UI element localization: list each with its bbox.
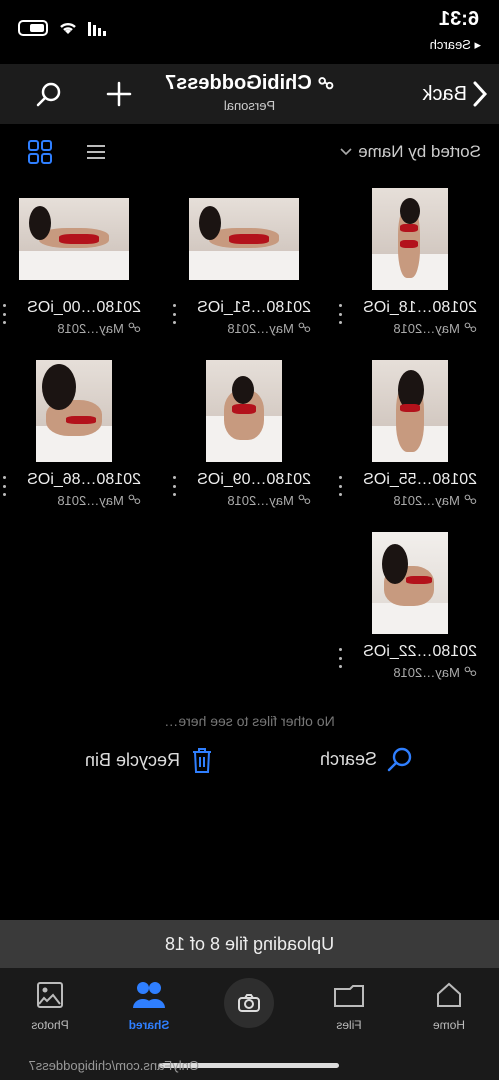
file-name: 20180…18_iOS	[363, 299, 477, 316]
camera-icon	[238, 994, 260, 1012]
more-options-button[interactable]	[337, 304, 345, 324]
photo-thumbnail	[36, 360, 112, 462]
file-name: 20180…55_iOS	[363, 471, 477, 488]
trash-icon	[193, 748, 211, 773]
shared-icon: ☍	[317, 76, 334, 93]
file-tile[interactable]: 20180…86_iOS ☍ May…2018	[0, 356, 149, 516]
shared-icon: ☍	[463, 320, 477, 335]
file-meta: ☍ May…2018	[227, 492, 311, 508]
status-icons	[18, 20, 106, 36]
file-tile[interactable]: 20180…09_iOS ☍ May…2018	[169, 356, 319, 516]
camera-button[interactable]	[224, 978, 274, 1028]
sort-label: Sorted by Name	[358, 142, 481, 161]
tab-photos[interactable]: Photos	[10, 978, 90, 1032]
tab-shared-label: Shared	[128, 1018, 170, 1032]
page-title: ☍ ChibiGoddess7	[0, 72, 499, 95]
image-icon	[37, 982, 63, 1008]
battery-icon	[18, 20, 48, 36]
page-subtitle: Personal	[223, 98, 276, 113]
search-button[interactable]	[33, 78, 65, 110]
watermark: OnlyFans.com/chibigoddess7	[28, 1058, 199, 1073]
file-tile[interactable]: 20180…00_iOS ☍ May…2018	[0, 184, 149, 344]
sort-dropdown[interactable]: Sorted by Name	[340, 142, 481, 162]
clock: 6:31	[438, 8, 479, 30]
plus-icon	[106, 81, 132, 107]
tab-photos-label: Photos	[31, 1018, 69, 1032]
file-meta: ☍ May…2018	[393, 320, 477, 336]
folder-icon	[334, 985, 364, 1007]
photo-thumbnail	[206, 360, 282, 462]
chevron-down-icon	[340, 148, 352, 156]
list-view-icon	[87, 145, 105, 159]
file-meta: ☍ May…2018	[227, 320, 311, 336]
file-meta: ☍ May…2018	[57, 492, 141, 508]
shared-icon: ☍	[297, 320, 311, 335]
tab-home-label: Home	[433, 1018, 466, 1032]
shared-icon: ☍	[463, 664, 477, 679]
more-options-button[interactable]	[171, 476, 179, 496]
file-tile[interactable]: 20180…18_iOS ☍ May…2018	[335, 184, 485, 344]
photo-thumbnail	[372, 360, 448, 462]
list-view-button[interactable]	[81, 138, 109, 166]
file-name: 20180…09_iOS	[197, 471, 311, 488]
search-icon	[36, 82, 61, 107]
wifi-icon	[60, 22, 76, 34]
file-name: 20180…86_iOS	[27, 471, 141, 488]
more-options-button[interactable]	[171, 304, 179, 324]
shared-icon: ☍	[127, 320, 141, 335]
file-tile[interactable]: 20180…22_iOS ☍ May…2018	[335, 528, 485, 688]
search-action[interactable]: Search	[320, 746, 413, 772]
people-icon	[133, 982, 165, 1008]
photo-thumbnail	[19, 198, 129, 280]
file-meta: ☍ May…2018	[393, 492, 477, 508]
home-icon	[437, 982, 461, 1007]
file-meta: ☍ May…2018	[57, 320, 141, 336]
add-button[interactable]	[103, 78, 135, 110]
tab-files[interactable]: Files	[309, 978, 389, 1032]
more-options-button[interactable]	[337, 476, 345, 496]
upload-status-bar: Uploading file 8 of 18	[0, 920, 499, 968]
more-options-button[interactable]	[1, 476, 9, 496]
file-meta: ☍ May…2018	[393, 664, 477, 680]
recycle-bin-label: Recycle Bin	[84, 749, 180, 770]
file-name: 20180…22_iOS	[363, 643, 477, 660]
shared-icon: ☍	[463, 492, 477, 507]
tab-files-label: Files	[336, 1018, 362, 1032]
sort-bar: Sorted by Name	[0, 124, 499, 180]
file-name: 20180…51_iOS	[197, 299, 311, 316]
grid-view-icon	[28, 140, 52, 164]
status-bar: 6:31 ◂ Search	[0, 0, 499, 64]
search-action-label: Search	[319, 748, 377, 769]
photo-thumbnail	[372, 188, 448, 290]
search-icon	[387, 747, 412, 772]
photo-thumbnail	[372, 532, 448, 634]
grid-view-button[interactable]	[26, 138, 54, 166]
navigation-header: Back ☍ChibiGoddess7 Personal	[0, 64, 499, 124]
file-tile[interactable]: 20180…51_iOS ☍ May…2018	[169, 184, 319, 344]
cellular-signal-icon	[88, 20, 106, 36]
file-name: 20180…00_iOS	[27, 299, 141, 316]
tab-shared[interactable]: Shared	[109, 978, 189, 1032]
tab-home[interactable]: Home	[409, 978, 489, 1032]
back-to-search-link[interactable]: ◂ Search	[430, 37, 481, 53]
more-options-button[interactable]	[337, 648, 345, 668]
page-title-text: ChibiGoddess7	[165, 72, 312, 94]
shared-icon: ☍	[297, 492, 311, 507]
recycle-bin-action[interactable]: Recycle Bin	[85, 746, 214, 774]
file-tile[interactable]: 20180…55_iOS ☍ May…2018	[335, 356, 485, 516]
empty-note: No other files to see here…	[164, 713, 335, 729]
shared-icon: ☍	[127, 492, 141, 507]
app-window: 6:31 ◂ Search Back ☍ChibiGoddess7 Person…	[0, 0, 499, 1080]
more-options-button[interactable]	[1, 304, 9, 324]
photo-thumbnail	[189, 198, 299, 280]
